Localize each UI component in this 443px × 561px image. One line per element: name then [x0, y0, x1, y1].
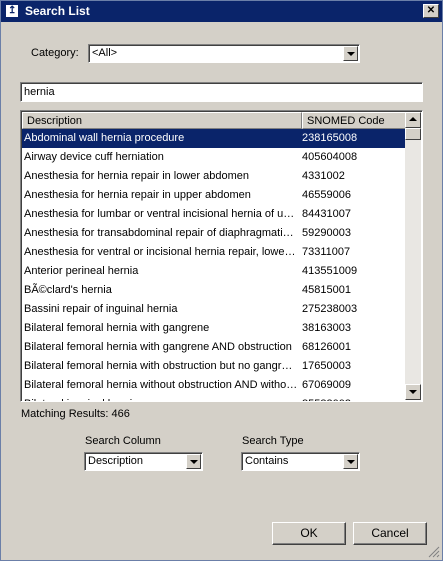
chevron-down-icon[interactable]	[343, 46, 358, 61]
description-cell: Anterior perineal hernia	[24, 265, 139, 277]
search-type-value: Contains	[245, 455, 289, 467]
description-cell: Bilateral femoral hernia with gangrene	[24, 322, 210, 334]
snomed-code-cell: 275238003	[302, 303, 358, 315]
list-item[interactable]: Anesthesia for ventral or incisional her…	[22, 243, 406, 262]
snomed-code-cell: 46559006	[302, 189, 351, 201]
description-cell: Anesthesia for ventral or incisional her…	[24, 246, 298, 258]
list-item[interactable]: Bilateral femoral hernia without obstruc…	[22, 376, 406, 395]
description-cell: Anesthesia for transabdominal repair of …	[24, 227, 298, 239]
snomed-code-cell: 73311007	[302, 246, 351, 258]
description-cell: Bassini repair of inguinal hernia	[24, 303, 178, 315]
search-type-label: Search Type	[242, 435, 304, 447]
list-item[interactable]: Airway device cuff herniation 405604008	[22, 148, 406, 167]
snomed-code-cell: 68126001	[302, 341, 351, 353]
snomed-code-cell: 405604008	[302, 151, 358, 163]
category-label: Category:	[31, 47, 79, 59]
window-title: Search List	[25, 4, 90, 18]
app-icon: ↥	[5, 4, 19, 18]
title-bar[interactable]: ↥ Search List ✕	[1, 1, 442, 22]
scroll-down-icon[interactable]	[405, 384, 421, 400]
scroll-thumb[interactable]	[405, 128, 421, 140]
column-header-description[interactable]: Description	[22, 112, 302, 129]
snomed-code-cell: 59290003	[302, 227, 351, 239]
description-cell: BÃ©clard's hernia	[24, 284, 112, 296]
search-type-select[interactable]: Contains	[241, 452, 360, 471]
description-cell: Abdominal wall hernia procedure	[24, 132, 185, 144]
scroll-up-icon[interactable]	[405, 112, 421, 128]
results-list[interactable]: Description SNOMED Code Abdominal wall h…	[20, 110, 423, 402]
snomed-code-cell: 45815001	[302, 284, 351, 296]
description-cell: Bilateral femoral hernia with gangrene A…	[24, 341, 292, 353]
list-item[interactable]: Anterior perineal hernia 413551009	[22, 262, 406, 281]
snomed-code-cell: 413551009	[302, 265, 358, 277]
search-column-label: Search Column	[85, 435, 161, 447]
description-cell: Airway device cuff herniation	[24, 151, 164, 163]
list-item[interactable]: Bassini repair of inguinal hernia 2752380…	[22, 300, 406, 319]
description-cell: Bilateral inguinal hernia	[24, 395, 298, 401]
list-item[interactable]: Anesthesia for lumbar or ventral incisio…	[22, 205, 406, 224]
snomed-code-cell: 85583003	[302, 395, 351, 401]
chevron-down-icon[interactable]	[343, 454, 358, 469]
list-item[interactable]: Bilateral femoral hernia with gangrene 38…	[22, 319, 406, 338]
snomed-code-cell: 238165008	[302, 132, 358, 144]
category-value: <All>	[92, 47, 118, 59]
list-item[interactable]: BÃ©clard's hernia 45815001	[22, 281, 406, 300]
snomed-code-cell: 84431007	[302, 208, 351, 220]
snomed-code-cell: 38163003	[302, 322, 351, 334]
description-cell: Anesthesia for hernia repair in upper ab…	[24, 189, 251, 201]
search-input-value: hernia	[24, 86, 55, 98]
vertical-scrollbar[interactable]	[405, 112, 421, 400]
column-header-snomed-code[interactable]: SNOMED Code	[302, 112, 406, 129]
search-column-value: Description	[88, 455, 144, 467]
search-column-select[interactable]: Description	[84, 452, 203, 471]
search-list-dialog: ↥ Search List ✕ Category: <All> hernia D…	[0, 0, 443, 561]
list-rows: Abdominal wall hernia procedure 238165008…	[22, 129, 406, 401]
snomed-code-cell: 17650003	[302, 360, 351, 372]
search-input[interactable]: hernia	[20, 82, 423, 102]
list-item[interactable]: Abdominal wall hernia procedure 238165008	[22, 129, 406, 148]
description-cell: Bilateral femoral hernia with obstructio…	[24, 360, 298, 372]
cancel-button[interactable]: Cancel	[353, 522, 427, 545]
list-item[interactable]: Anesthesia for hernia repair in lower ab…	[22, 167, 406, 186]
description-cell: Anesthesia for hernia repair in lower ab…	[24, 170, 250, 182]
list-item[interactable]: Bilateral femoral hernia with gangrene A…	[22, 338, 406, 357]
matching-results: Matching Results: 466	[21, 408, 130, 420]
list-item[interactable]: Bilateral inguinal hernia 85583003	[22, 395, 406, 401]
list-item[interactable]: Bilateral femoral hernia with obstructio…	[22, 357, 406, 376]
close-icon[interactable]: ✕	[423, 4, 439, 18]
chevron-down-icon[interactable]	[186, 454, 201, 469]
list-item[interactable]: Anesthesia for transabdominal repair of …	[22, 224, 406, 243]
resize-grip-icon[interactable]	[428, 546, 440, 558]
ok-button[interactable]: OK	[272, 522, 346, 545]
description-cell: Bilateral femoral hernia without obstruc…	[24, 379, 298, 391]
list-item[interactable]: Anesthesia for hernia repair in upper ab…	[22, 186, 406, 205]
snomed-code-cell: 67069009	[302, 379, 351, 391]
category-select[interactable]: <All>	[88, 44, 360, 63]
description-cell: Anesthesia for lumbar or ventral incisio…	[24, 208, 298, 220]
snomed-code-cell: 4331002	[302, 170, 345, 182]
